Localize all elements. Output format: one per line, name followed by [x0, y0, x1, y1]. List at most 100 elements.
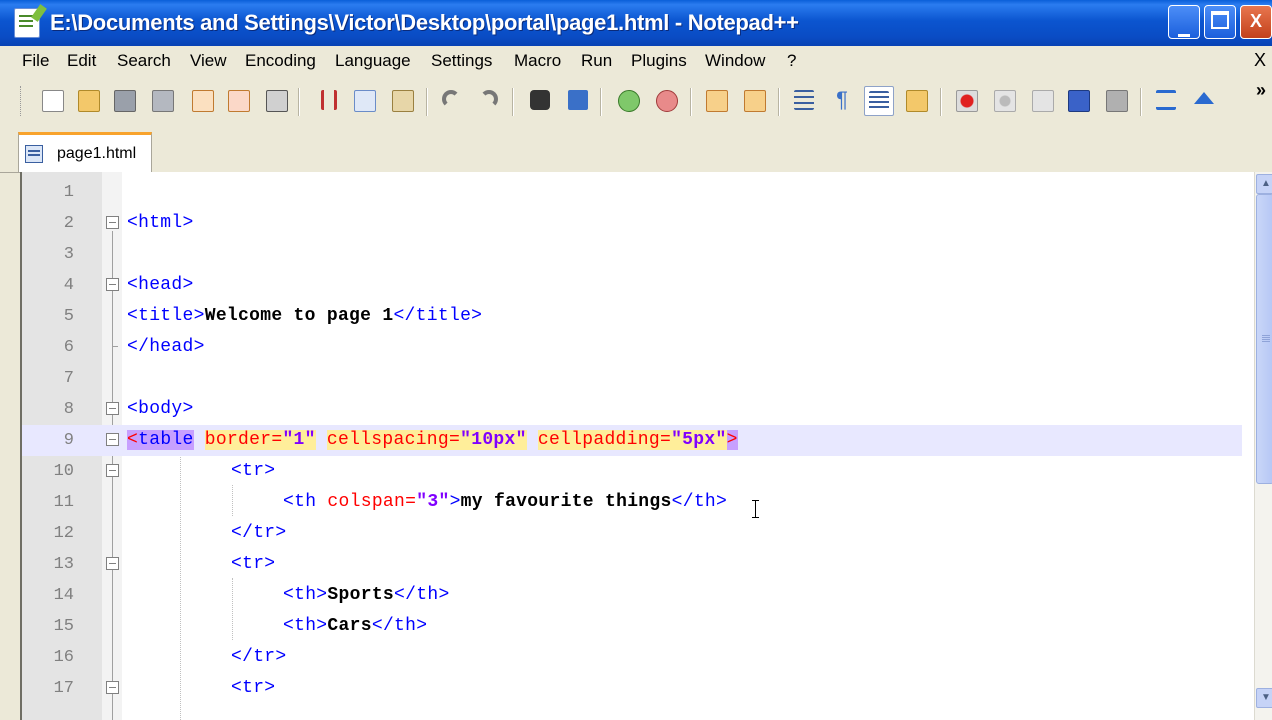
notepad-plus-plus-icon[interactable] [14, 8, 40, 38]
run-macro-multiple-icon[interactable] [1064, 86, 1092, 114]
menu-view[interactable]: View [190, 51, 227, 71]
close-document-button[interactable]: X [1254, 50, 1266, 71]
line-number: 12 [53, 524, 74, 543]
attribute-name: colspan= [327, 492, 417, 512]
code-line: 1 [22, 177, 1242, 208]
html-tag-bracket: > [449, 492, 461, 512]
open-file-icon[interactable] [74, 86, 102, 114]
text-content: Cars [327, 616, 372, 636]
line-number: 15 [53, 617, 74, 636]
tab-page1-html[interactable]: page1.html [18, 132, 152, 172]
scroll-down-icon[interactable]: ▼ [1256, 688, 1272, 708]
save-macro-icon[interactable] [1102, 86, 1130, 114]
close-all-icon[interactable] [224, 86, 252, 114]
sync-vertical-icon[interactable] [702, 86, 730, 114]
user-lang-icon[interactable] [902, 86, 930, 114]
fold-toggle[interactable] [106, 433, 119, 446]
attribute-name: border= [204, 430, 283, 450]
maximize-button[interactable] [1204, 5, 1236, 39]
play-macro-icon[interactable] [1028, 86, 1056, 114]
code-line: 2 <html> [22, 208, 1242, 239]
find-icon[interactable] [526, 86, 554, 114]
sync-horizontal-icon[interactable] [740, 86, 768, 114]
html-tag: <th [283, 492, 328, 512]
menu-macro[interactable]: Macro [514, 51, 561, 71]
save-icon[interactable] [110, 86, 138, 114]
menu-language[interactable]: Language [335, 51, 411, 71]
code-line: 17 <tr> [22, 673, 1242, 704]
fold-toggle[interactable] [106, 402, 119, 415]
scrollbar-thumb[interactable] [1256, 194, 1272, 484]
vertical-scrollbar[interactable]: ▲ ▼ [1254, 172, 1272, 720]
replace-icon[interactable] [564, 86, 592, 114]
zoom-in-icon[interactable] [614, 86, 642, 114]
indent-guide-icon[interactable] [864, 86, 894, 116]
attribute-value: "1" [282, 430, 316, 450]
menu-edit[interactable]: Edit [67, 51, 96, 71]
print-icon[interactable] [262, 86, 290, 114]
paste-icon[interactable] [388, 86, 416, 114]
undo-icon[interactable] [438, 86, 466, 114]
code-text: </head> [127, 337, 205, 357]
new-file-icon[interactable] [38, 86, 66, 114]
menu-run[interactable]: Run [581, 51, 612, 71]
fold-toggle[interactable] [106, 216, 119, 229]
menu-file[interactable]: File [22, 51, 49, 71]
record-macro-icon[interactable] [952, 86, 980, 114]
word-wrap-icon[interactable] [790, 86, 818, 114]
code-line: 3 [22, 239, 1242, 270]
close-button[interactable]: X [1240, 5, 1272, 39]
line-number: 5 [63, 307, 74, 326]
html-tag: <title> [127, 306, 205, 326]
zoom-out-icon[interactable] [652, 86, 680, 114]
redo-icon[interactable] [476, 86, 504, 114]
save-all-icon[interactable] [148, 86, 176, 114]
line-number: 9 [63, 431, 74, 450]
scroll-up-icon[interactable]: ▲ [1256, 174, 1272, 194]
html-tag: </th> [371, 616, 428, 636]
html-tag: <th> [283, 616, 328, 636]
fold-toggle[interactable] [106, 557, 119, 570]
menu-search[interactable]: Search [117, 51, 171, 71]
code-editor[interactable]: 1 2 <html> 3 4 <head> 5 <title>Welcome t… [20, 172, 1272, 720]
cut-icon[interactable] [312, 86, 340, 114]
html-tag: </th> [394, 585, 450, 605]
fold-toggle[interactable] [106, 681, 119, 694]
trim-icon[interactable] [1152, 86, 1180, 114]
attribute-name: cellpadding= [537, 430, 672, 450]
menu-settings[interactable]: Settings [431, 51, 492, 71]
toolbar-separator [512, 88, 514, 116]
code-line: 13 <tr> [22, 549, 1242, 580]
toolbar-grip[interactable] [20, 86, 24, 116]
stop-macro-icon[interactable] [990, 86, 1018, 114]
line-number: 11 [53, 493, 74, 512]
close-file-icon[interactable] [188, 86, 216, 114]
code-line: 15 <th>Cars</th> [22, 611, 1242, 642]
copy-icon[interactable] [350, 86, 378, 114]
fold-toggle[interactable] [106, 464, 119, 477]
scrollbar-grip-icon [1262, 335, 1270, 336]
fold-toggle[interactable] [106, 278, 119, 291]
html-tag: <tr> [231, 461, 276, 481]
attribute-value: "3" [416, 492, 450, 512]
line-number: 6 [63, 338, 74, 357]
html-tag: table [138, 430, 194, 450]
html-tag: </tr> [231, 647, 287, 667]
text-cursor-icon [752, 500, 759, 518]
show-all-chars-icon[interactable]: ¶ [828, 86, 856, 114]
code-text: <body> [127, 399, 194, 419]
line-number: 3 [63, 245, 74, 264]
menu-plugins[interactable]: Plugins [631, 51, 687, 71]
html-tag-bracket: < [127, 430, 139, 450]
toolbar-separator [940, 88, 942, 116]
menu-help[interactable]: ? [787, 51, 796, 71]
code-text: <th colspan="3">my favourite things</th> [283, 492, 727, 512]
toolbar-overflow-button[interactable]: » [1256, 80, 1266, 101]
html-tag: <tr> [231, 554, 276, 574]
collapse-icon[interactable] [1190, 86, 1218, 114]
line-number: 4 [63, 276, 74, 295]
minimize-button[interactable] [1168, 5, 1200, 39]
menu-encoding[interactable]: Encoding [245, 51, 316, 71]
toolbar: ¶ » [0, 76, 1272, 126]
menu-window[interactable]: Window [705, 51, 765, 71]
